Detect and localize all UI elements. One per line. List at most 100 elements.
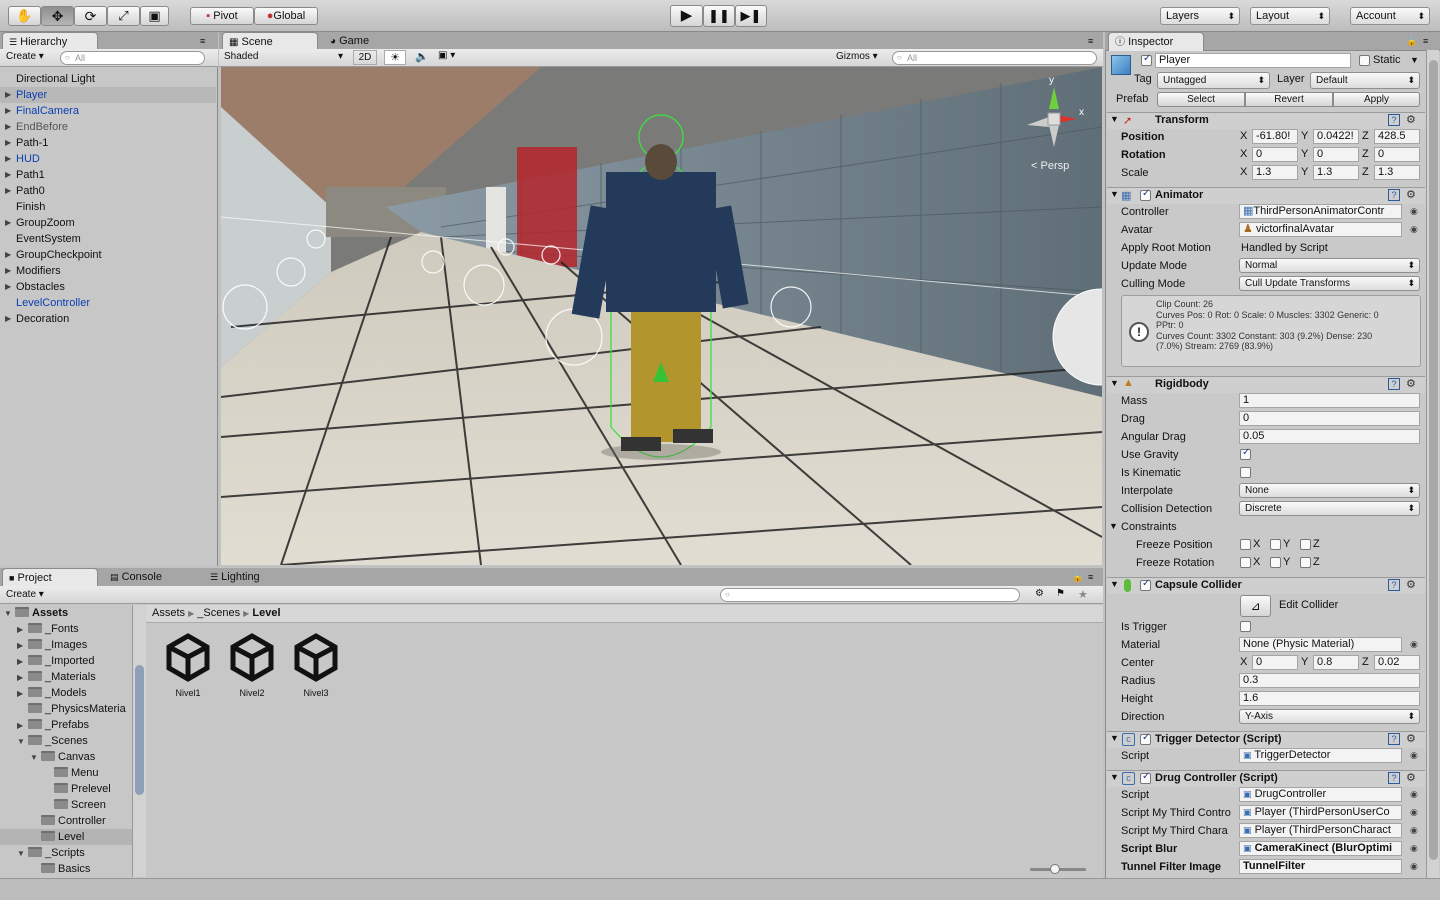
pause-button[interactable]: ❚❚ [703, 5, 735, 27]
drug-controller-help-icon[interactable]: ? [1388, 772, 1400, 784]
expand-arrow-icon[interactable]: ▶ [5, 263, 11, 279]
trigger-script-picker-icon[interactable]: ◉ [1410, 750, 1418, 761]
tunnel-filter-picker-icon[interactable]: ◉ [1410, 861, 1418, 872]
capsule-gear-icon[interactable]: ⚙ [1406, 578, 1416, 591]
expand-arrow-icon[interactable]: ▶ [5, 103, 11, 119]
folder-tree-item[interactable]: ▼ _Scenes [0, 733, 132, 749]
trigger-detector-enabled-checkbox[interactable] [1140, 732, 1151, 745]
orientation-gizmo[interactable]: y x [1019, 75, 1089, 157]
hierarchy-item[interactable]: ▶ Player [0, 87, 216, 103]
folder-tree-item[interactable]: Menu [0, 765, 132, 781]
favorite-star-icon[interactable]: ★ [1078, 588, 1088, 601]
expand-arrow-icon[interactable]: ▶ [5, 87, 11, 103]
folder-expand-icon[interactable]: ▼ [17, 846, 28, 862]
expand-arrow-icon[interactable]: ▶ [5, 119, 11, 135]
scene-viewport[interactable]: y x < Persp [221, 67, 1102, 565]
constraints-fold-icon[interactable]: ▼ [1109, 521, 1118, 531]
freeze-rotation-y-checkbox[interactable] [1270, 557, 1281, 568]
position-field[interactable]: 0.0422! [1313, 129, 1359, 144]
scale-field[interactable]: 1.3 [1252, 165, 1298, 180]
project-tree-scroll-thumb[interactable] [135, 665, 144, 795]
update-mode-dropdown[interactable]: Normal [1239, 258, 1420, 273]
folder-expand-icon[interactable]: ▶ [17, 718, 28, 734]
drug-controller-header[interactable]: ▼ c Drug Controller (Script) ? ⚙ [1107, 770, 1425, 787]
folder-tree-item[interactable]: ▶ _Images [0, 637, 132, 653]
global-toggle[interactable]: ●Global [254, 7, 318, 25]
interpolate-dropdown[interactable]: None [1239, 483, 1420, 498]
is-trigger-checkbox[interactable] [1240, 621, 1251, 632]
center-field[interactable]: 0.8 [1313, 655, 1359, 670]
persp-label[interactable]: < Persp [1031, 160, 1069, 172]
folder-tree-item[interactable]: Level [0, 829, 132, 845]
drug-controller-enabled-checkbox[interactable] [1140, 771, 1151, 784]
scene-panel-menu-icon[interactable]: ≡ [1088, 36, 1093, 46]
scale-field[interactable]: 1.3 [1374, 165, 1420, 180]
rotate-tool-button[interactable]: ⟳ [74, 6, 107, 26]
trigger-detector-header[interactable]: ▼ c Trigger Detector (Script) ? ⚙ [1107, 731, 1425, 748]
folder-expand-icon[interactable]: ▼ [4, 606, 15, 622]
zoom-slider-handle[interactable] [1050, 864, 1060, 874]
folder-expand-icon[interactable]: ▶ [17, 670, 28, 686]
scale-tool-button[interactable]: ⤢ [107, 6, 140, 26]
third-contro-picker-icon[interactable]: ◉ [1410, 807, 1418, 818]
scale-field[interactable]: 1.3 [1313, 165, 1359, 180]
prefab-select-button[interactable]: Select [1157, 92, 1245, 107]
rigidbody-help-icon[interactable]: ? [1388, 378, 1400, 390]
expand-arrow-icon[interactable]: ▶ [5, 135, 11, 151]
step-button[interactable]: ▶❚ [735, 5, 767, 27]
drug-controller-gear-icon[interactable]: ⚙ [1406, 771, 1416, 784]
shading-dropdown[interactable]: Shaded ▾ [224, 51, 346, 62]
animator-fold-icon[interactable]: ▼ [1110, 189, 1119, 199]
hierarchy-item[interactable]: ▶ Path0 [0, 183, 216, 199]
folder-tree-item[interactable]: Controller [0, 813, 132, 829]
folder-tree-item[interactable]: ▼ _Scripts [0, 845, 132, 861]
prefab-revert-button[interactable]: Revert [1245, 92, 1333, 107]
rotation-field[interactable]: 0 [1374, 147, 1420, 162]
hierarchy-item[interactable]: ▶ Obstacles [0, 279, 216, 295]
trigger-script-field[interactable]: ▣ TriggerDetector [1239, 748, 1402, 763]
drug-script-picker-icon[interactable]: ◉ [1410, 789, 1418, 800]
third-chara-field[interactable]: ▣ Player (ThirdPersonCharact [1239, 823, 1402, 838]
tag-dropdown[interactable]: Untagged [1157, 72, 1270, 89]
panel-menu-icon[interactable]: ≡ [200, 36, 205, 46]
scene-search-input[interactable]: All [892, 51, 1097, 65]
breadcrumb-assets[interactable]: Assets [152, 607, 185, 619]
inspector-menu-icon[interactable]: ≡ [1423, 36, 1428, 46]
tab-project[interactable]: ■ Project [2, 568, 98, 587]
prefab-apply-button[interactable]: Apply [1333, 92, 1420, 107]
hierarchy-item[interactable]: ▶ Path-1 [0, 135, 216, 151]
mode-2d-button[interactable]: 2D [353, 50, 377, 65]
third-chara-picker-icon[interactable]: ◉ [1410, 825, 1418, 836]
hierarchy-item[interactable]: ▶ FinalCamera [0, 103, 216, 119]
trigger-detector-fold-icon[interactable]: ▼ [1110, 733, 1119, 743]
tab-inspector[interactable]: ⓘ Inspector [1108, 32, 1204, 51]
tab-lighting[interactable]: ☰ Lighting [204, 568, 300, 587]
layer-dropdown[interactable]: Default [1310, 72, 1420, 89]
folder-tree-item[interactable]: ▶ _Imported [0, 653, 132, 669]
controller-picker-icon[interactable]: ◉ [1410, 206, 1418, 217]
scene-asset[interactable]: Nivel1 [158, 632, 218, 698]
project-panel-menu-icon[interactable]: ≡ [1088, 572, 1093, 582]
collision-detection-dropdown[interactable]: Discrete [1239, 501, 1420, 516]
folder-tree-item[interactable]: ▶ _Prefabs [0, 717, 132, 733]
hierarchy-item[interactable]: ▶ Decoration [0, 311, 216, 327]
trigger-detector-help-icon[interactable]: ? [1388, 733, 1400, 745]
scene-asset[interactable]: Nivel2 [222, 632, 282, 698]
hand-tool-button[interactable]: ✋ [8, 6, 41, 26]
capsule-enabled-checkbox[interactable] [1140, 578, 1151, 591]
direction-dropdown[interactable]: Y-Axis [1239, 709, 1420, 724]
hierarchy-item[interactable]: ▶ GroupZoom [0, 215, 216, 231]
hierarchy-item[interactable]: ▶ HUD [0, 151, 216, 167]
hierarchy-item[interactable]: ▶ EndBefore [0, 119, 216, 135]
help-icon[interactable]: ? [1388, 114, 1400, 126]
script-blur-picker-icon[interactable]: ◉ [1410, 843, 1418, 854]
play-button[interactable]: ▶ [670, 5, 703, 27]
lighting-toggle-icon[interactable]: ☀ [384, 50, 406, 65]
script-blur-field[interactable]: ▣ CameraKinect (BlurOptimi [1239, 841, 1402, 856]
transform-header[interactable]: ▼ ➚ Transform ? ⚙ [1107, 112, 1425, 129]
folder-tree-item[interactable]: ▼ Assets [0, 605, 132, 621]
freeze-position-y-checkbox[interactable] [1270, 539, 1281, 550]
project-tree-scrollbar[interactable] [132, 605, 146, 877]
transform-fold-icon[interactable]: ▼ [1110, 114, 1119, 124]
position-field[interactable]: -61.80! [1252, 129, 1298, 144]
